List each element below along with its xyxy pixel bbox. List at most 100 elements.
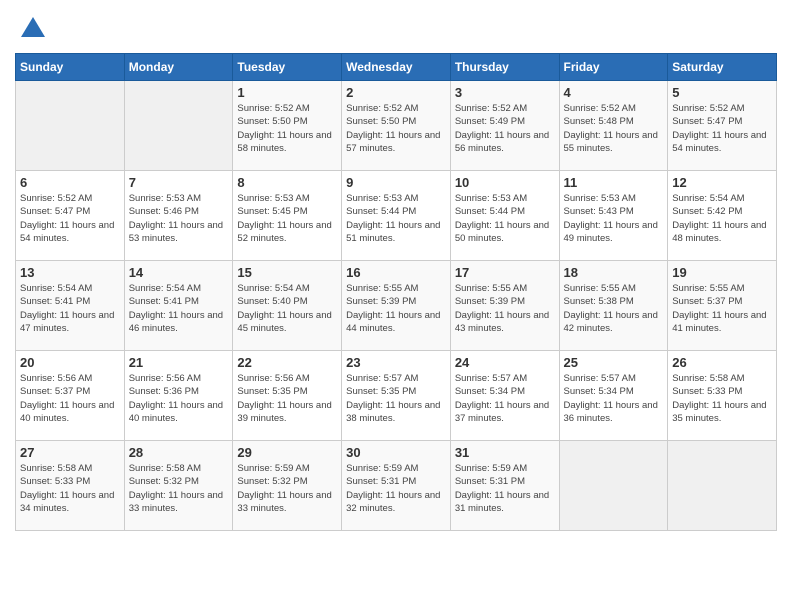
day-number: 28 [129,445,229,460]
day-number: 18 [564,265,664,280]
day-number: 14 [129,265,229,280]
calendar-cell: 3 Sunrise: 5:52 AMSunset: 5:49 PMDaylight… [450,81,559,171]
calendar-table: SundayMondayTuesdayWednesdayThursdayFrid… [15,53,777,531]
calendar-cell: 12 Sunrise: 5:54 AMSunset: 5:42 PMDayligh… [668,171,777,261]
calendar-cell: 27Sunrise: 5:58 AMSunset: 5:33 PMDayligh… [16,441,125,531]
calendar-cell: 6 Sunrise: 5:52 AMSunset: 5:47 PMDaylight… [16,171,125,261]
calendar-cell: 21 Sunrise: 5:56 AMSunset: 5:36 PMDayligh… [124,351,233,441]
header-row: SundayMondayTuesdayWednesdayThursdayFrid… [16,54,777,81]
day-info: Sunrise: 5:55 AMSunset: 5:38 PMDaylight:… [564,282,664,335]
day-number: 12 [672,175,772,190]
day-info: Sunrise: 5:55 AMSunset: 5:39 PMDaylight:… [346,282,446,335]
day-info: Sunrise: 5:57 AMSunset: 5:34 PMDaylight:… [455,372,555,425]
day-info: Sunrise: 5:57 AMSunset: 5:34 PMDaylight:… [564,372,664,425]
calendar-cell: 10 Sunrise: 5:53 AMSunset: 5:44 PMDayligh… [450,171,559,261]
day-number: 30 [346,445,446,460]
day-info: Sunrise: 5:54 AMSunset: 5:41 PMDaylight:… [129,282,229,335]
logo [15,15,47,43]
calendar-cell: 16 Sunrise: 5:55 AMSunset: 5:39 PMDayligh… [342,261,451,351]
header-cell-friday: Friday [559,54,668,81]
calendar-cell: 13 Sunrise: 5:54 AMSunset: 5:41 PMDayligh… [16,261,125,351]
calendar-cell: 18 Sunrise: 5:55 AMSunset: 5:38 PMDayligh… [559,261,668,351]
day-number: 24 [455,355,555,370]
calendar-cell: 28 Sunrise: 5:58 AMSunset: 5:32 PMDayligh… [124,441,233,531]
day-number: 1 [237,85,337,100]
page-header [15,15,777,43]
day-number: 3 [455,85,555,100]
day-info: Sunrise: 5:54 AMSunset: 5:42 PMDaylight:… [672,192,772,245]
calendar-cell: 8 Sunrise: 5:53 AMSunset: 5:45 PMDaylight… [233,171,342,261]
day-info: Sunrise: 5:53 AMSunset: 5:43 PMDaylight:… [564,192,664,245]
day-number: 4 [564,85,664,100]
day-number: 8 [237,175,337,190]
day-info: Sunrise: 5:53 AMSunset: 5:44 PMDaylight:… [346,192,446,245]
day-info: Sunrise: 5:53 AMSunset: 5:44 PMDaylight:… [455,192,555,245]
day-info: Sunrise: 5:52 AMSunset: 5:50 PMDaylight:… [237,102,337,155]
calendar-cell [16,81,125,171]
day-number: 15 [237,265,337,280]
day-info: Sunrise: 5:52 AMSunset: 5:50 PMDaylight:… [346,102,446,155]
calendar-cell: 2 Sunrise: 5:52 AMSunset: 5:50 PMDaylight… [342,81,451,171]
day-info: Sunrise: 5:59 AMSunset: 5:32 PMDaylight:… [237,462,337,515]
calendar-week-4: 20 Sunrise: 5:56 AMSunset: 5:37 PMDayligh… [16,351,777,441]
day-info: Sunrise: 5:59 AMSunset: 5:31 PMDaylight:… [346,462,446,515]
day-info: Sunrise: 5:54 AMSunset: 5:41 PMDaylight:… [20,282,120,335]
header-cell-thursday: Thursday [450,54,559,81]
day-info: Sunrise: 5:56 AMSunset: 5:36 PMDaylight:… [129,372,229,425]
calendar-cell [668,441,777,531]
header-cell-wednesday: Wednesday [342,54,451,81]
calendar-cell: 7 Sunrise: 5:53 AMSunset: 5:46 PMDaylight… [124,171,233,261]
calendar-cell: 9 Sunrise: 5:53 AMSunset: 5:44 PMDaylight… [342,171,451,261]
calendar-week-3: 13 Sunrise: 5:54 AMSunset: 5:41 PMDayligh… [16,261,777,351]
day-info: Sunrise: 5:52 AMSunset: 5:47 PMDaylight:… [20,192,120,245]
day-info: Sunrise: 5:52 AMSunset: 5:49 PMDaylight:… [455,102,555,155]
day-number: 26 [672,355,772,370]
day-number: 11 [564,175,664,190]
header-cell-monday: Monday [124,54,233,81]
day-number: 21 [129,355,229,370]
day-number: 20 [20,355,120,370]
day-info: Sunrise: 5:56 AMSunset: 5:35 PMDaylight:… [237,372,337,425]
day-info: Sunrise: 5:53 AMSunset: 5:46 PMDaylight:… [129,192,229,245]
day-info: Sunrise: 5:57 AMSunset: 5:35 PMDaylight:… [346,372,446,425]
day-number: 16 [346,265,446,280]
day-number: 22 [237,355,337,370]
header-cell-tuesday: Tuesday [233,54,342,81]
calendar-cell: 4 Sunrise: 5:52 AMSunset: 5:48 PMDaylight… [559,81,668,171]
day-number: 6 [20,175,120,190]
day-number: 5 [672,85,772,100]
day-number: 10 [455,175,555,190]
calendar-cell: 31 Sunrise: 5:59 AMSunset: 5:31 PMDayligh… [450,441,559,531]
day-info: Sunrise: 5:54 AMSunset: 5:40 PMDaylight:… [237,282,337,335]
day-number: 29 [237,445,337,460]
calendar-cell: 29 Sunrise: 5:59 AMSunset: 5:32 PMDayligh… [233,441,342,531]
day-info: Sunrise: 5:59 AMSunset: 5:31 PMDaylight:… [455,462,555,515]
day-number: 7 [129,175,229,190]
calendar-cell: 1 Sunrise: 5:52 AMSunset: 5:50 PMDaylight… [233,81,342,171]
calendar-cell: 11 Sunrise: 5:53 AMSunset: 5:43 PMDayligh… [559,171,668,261]
calendar-cell: 5 Sunrise: 5:52 AMSunset: 5:47 PMDaylight… [668,81,777,171]
calendar-cell: 24 Sunrise: 5:57 AMSunset: 5:34 PMDayligh… [450,351,559,441]
header-cell-saturday: Saturday [668,54,777,81]
calendar-cell: 23 Sunrise: 5:57 AMSunset: 5:35 PMDayligh… [342,351,451,441]
calendar-cell: 22 Sunrise: 5:56 AMSunset: 5:35 PMDayligh… [233,351,342,441]
day-info: Sunrise: 5:52 AMSunset: 5:48 PMDaylight:… [564,102,664,155]
day-info: Sunrise: 5:56 AMSunset: 5:37 PMDaylight:… [20,372,120,425]
logo-icon [19,15,47,43]
calendar-cell: 20 Sunrise: 5:56 AMSunset: 5:37 PMDayligh… [16,351,125,441]
day-info: Sunrise: 5:52 AMSunset: 5:47 PMDaylight:… [672,102,772,155]
header-cell-sunday: Sunday [16,54,125,81]
day-number: 17 [455,265,555,280]
day-number: 27 [20,445,120,460]
day-info: Sunrise: 5:58 AMSunset: 5:32 PMDaylight:… [129,462,229,515]
calendar-cell: 15 Sunrise: 5:54 AMSunset: 5:40 PMDayligh… [233,261,342,351]
day-number: 2 [346,85,446,100]
day-number: 23 [346,355,446,370]
day-number: 9 [346,175,446,190]
calendar-cell: 30 Sunrise: 5:59 AMSunset: 5:31 PMDayligh… [342,441,451,531]
day-number: 31 [455,445,555,460]
calendar-week-5: 27Sunrise: 5:58 AMSunset: 5:33 PMDayligh… [16,441,777,531]
day-info: Sunrise: 5:53 AMSunset: 5:45 PMDaylight:… [237,192,337,245]
calendar-cell [124,81,233,171]
day-number: 13 [20,265,120,280]
